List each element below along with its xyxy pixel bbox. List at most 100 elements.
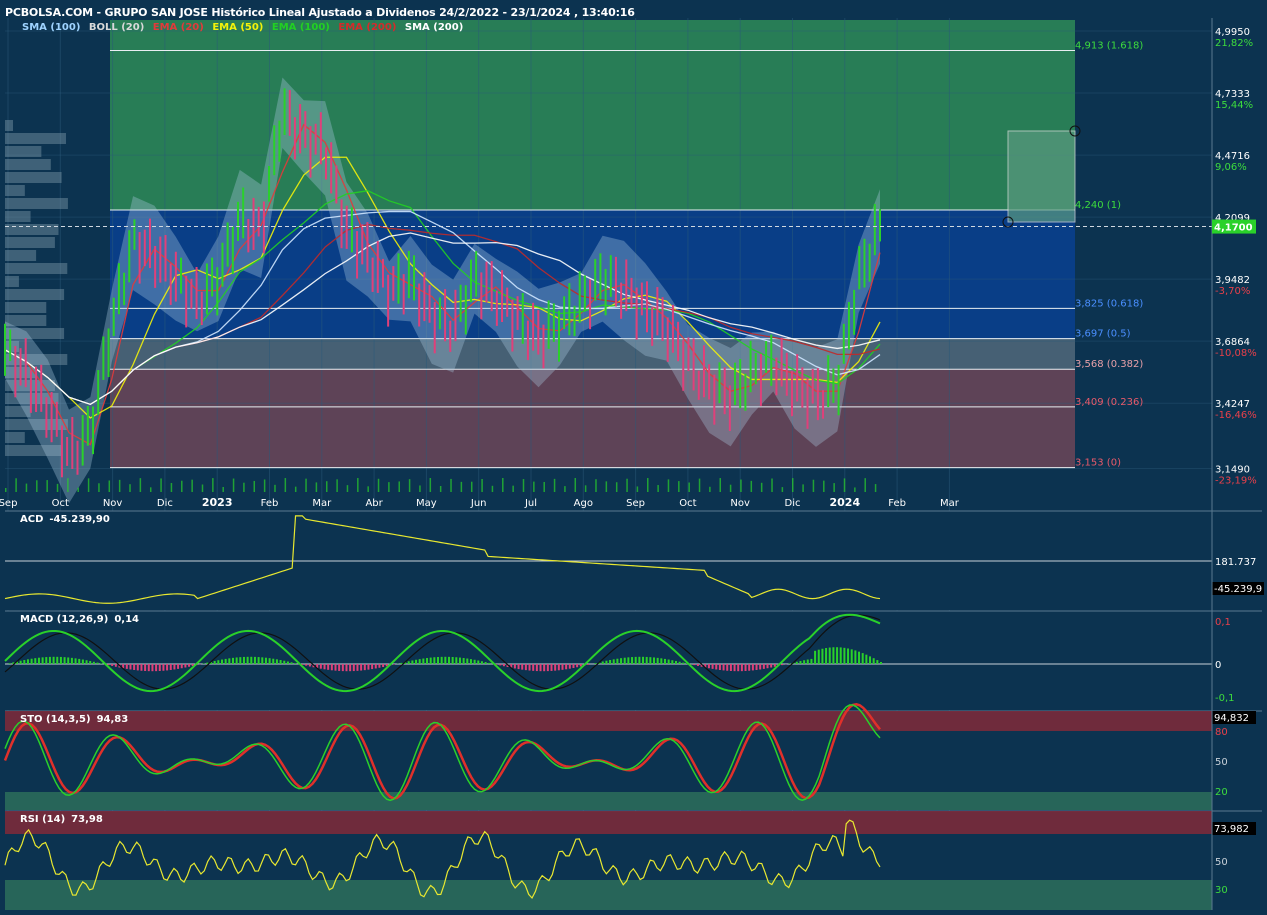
macd-histogram-bar bbox=[748, 664, 751, 671]
volume-bar bbox=[874, 484, 877, 492]
macd-histogram-bar bbox=[572, 664, 575, 669]
macd-histogram-bar bbox=[23, 659, 26, 664]
volume-bar bbox=[760, 482, 763, 492]
x-tick-label: Feb bbox=[261, 498, 279, 509]
macd-histogram-bar bbox=[480, 661, 483, 664]
macd-histogram-bar bbox=[26, 659, 29, 664]
macd-tick: 0,1 bbox=[1215, 617, 1231, 628]
macd-histogram-bar bbox=[876, 660, 879, 664]
macd-histogram-bar bbox=[576, 664, 579, 668]
macd-histogram-bar bbox=[825, 648, 828, 664]
macd-histogram-bar bbox=[224, 658, 227, 664]
macd-histogram-bar bbox=[341, 664, 344, 672]
macd-histogram-bar bbox=[188, 664, 191, 667]
macd-histogram-bar bbox=[356, 664, 359, 671]
volume-bar bbox=[709, 486, 711, 492]
macd-histogram-bar bbox=[374, 664, 377, 669]
macd-histogram-bar bbox=[861, 653, 864, 664]
macd-histogram-bar bbox=[217, 660, 220, 664]
macd-histogram-bar bbox=[814, 650, 817, 664]
volume-profile-bar bbox=[5, 237, 55, 248]
macd-histogram-bar bbox=[56, 656, 59, 664]
volume-bar bbox=[118, 479, 121, 492]
macd-histogram-bar bbox=[477, 660, 480, 664]
macd-histogram-bar bbox=[854, 650, 857, 664]
macd-histogram-bar bbox=[663, 658, 666, 664]
macd-histogram-bar bbox=[554, 664, 557, 671]
indicator-legend: SMA (100) BOLL (20) EMA (20) EMA (50) EM… bbox=[22, 22, 468, 33]
macd-histogram-bar bbox=[184, 664, 187, 668]
price-tick-pct: -16,46% bbox=[1215, 410, 1257, 421]
volume-bar bbox=[491, 485, 494, 492]
x-tick-label: Nov bbox=[103, 498, 123, 509]
macd-histogram-bar bbox=[158, 664, 161, 672]
macd-histogram-bar bbox=[378, 664, 381, 668]
volume-bar bbox=[77, 487, 79, 492]
macd-histogram-bar bbox=[726, 664, 729, 671]
macd-histogram-bar bbox=[587, 664, 590, 665]
volume-bar bbox=[781, 487, 784, 492]
volume-bar bbox=[802, 484, 804, 492]
rsi-name: RSI (14) bbox=[20, 814, 66, 825]
x-tick-label: Mar bbox=[312, 498, 332, 509]
volume-bar bbox=[615, 482, 618, 492]
macd-histogram-bar bbox=[41, 657, 44, 664]
macd-histogram-bar bbox=[762, 664, 765, 669]
sto-tick: 80 bbox=[1215, 727, 1228, 738]
macd-histogram-bar bbox=[557, 664, 560, 671]
macd-histogram-bar bbox=[722, 664, 725, 671]
macd-histogram-bar bbox=[671, 660, 674, 664]
volume-bar bbox=[181, 480, 183, 492]
macd-histogram-bar bbox=[360, 664, 363, 671]
x-tick-label: 2024 bbox=[829, 496, 860, 509]
macd-histogram-bar bbox=[440, 656, 443, 664]
volume-bar bbox=[564, 486, 566, 492]
volume-bar bbox=[15, 478, 17, 492]
volume-bar bbox=[584, 485, 587, 492]
acd-panel: 181.737 -45.239,9 bbox=[4, 510, 1264, 610]
volume-bar bbox=[36, 480, 38, 492]
chart-title: PCBOLSA.COM - GRUPO SAN JOSE Histórico L… bbox=[5, 6, 635, 19]
macd-histogram-bar bbox=[279, 659, 282, 664]
volume-bar bbox=[791, 478, 794, 492]
macd-histogram-bar bbox=[803, 660, 806, 664]
macd-histogram-bar bbox=[415, 659, 418, 664]
fib-zone-grey bbox=[110, 338, 1075, 370]
macd-value: 0,14 bbox=[114, 614, 140, 625]
rsi-tick: 50 bbox=[1215, 857, 1228, 868]
macd-histogram-bar bbox=[524, 664, 527, 671]
volume-bar bbox=[595, 479, 597, 492]
macd-histogram-bar bbox=[532, 664, 535, 671]
macd-histogram-bar bbox=[806, 659, 809, 664]
volume-bar bbox=[678, 481, 680, 492]
volume-profile-bar bbox=[5, 172, 62, 183]
macd-histogram-bar bbox=[865, 654, 868, 664]
macd-histogram-bar bbox=[458, 657, 461, 664]
macd-histogram-bar bbox=[239, 657, 242, 664]
volume-profile-bar bbox=[5, 224, 59, 235]
volume-bar bbox=[470, 481, 473, 492]
macd-histogram-bar bbox=[568, 664, 571, 669]
macd-histogram-bar bbox=[100, 663, 103, 664]
macd-histogram-bar bbox=[37, 657, 40, 664]
macd-histogram-bar bbox=[638, 656, 641, 664]
volume-profile-bar bbox=[5, 198, 68, 209]
volume-profile-bar bbox=[5, 432, 25, 443]
volume-bar bbox=[450, 478, 452, 492]
macd-histogram-bar bbox=[781, 664, 784, 666]
macd-histogram-bar bbox=[649, 657, 652, 664]
macd-histogram-bar bbox=[275, 659, 278, 664]
volume-profile-bar bbox=[5, 185, 25, 196]
volume-bar bbox=[553, 478, 556, 492]
macd-histogram-bar bbox=[755, 664, 758, 670]
macd-histogram-bar bbox=[744, 664, 747, 672]
macd-histogram-bar bbox=[858, 651, 861, 664]
macd-histogram-bar bbox=[579, 664, 582, 667]
x-tick-label: Nov bbox=[730, 498, 750, 509]
macd-histogram-bar bbox=[539, 664, 542, 672]
rsi-label: RSI (14) 73,98 bbox=[20, 814, 103, 825]
x-tick-label: Feb bbox=[888, 498, 906, 509]
x-tick-label: Jul bbox=[524, 498, 537, 509]
volume-bar bbox=[740, 479, 742, 492]
macd-histogram-bar bbox=[707, 664, 710, 669]
